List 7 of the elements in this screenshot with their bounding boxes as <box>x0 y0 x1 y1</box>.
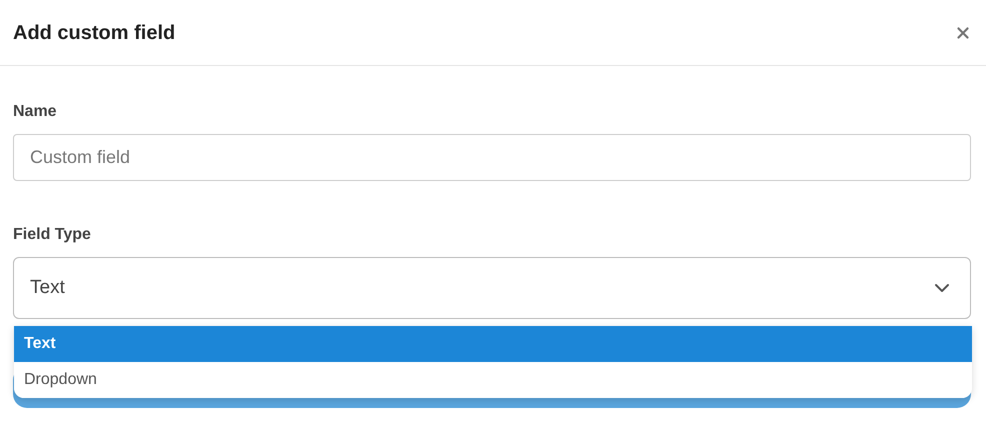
field-label: Name <box>13 102 58 122</box>
dialog-title: Add custom field <box>13 20 176 46</box>
dropdown-option[interactable]: Text <box>14 326 972 362</box>
name-input-field[interactable]: Custom field <box>13 134 971 181</box>
field-label: Field Type <box>13 225 92 245</box>
dropdown-option[interactable]: Dropdown <box>14 362 972 398</box>
field-type-select[interactable]: Text <box>13 257 971 319</box>
